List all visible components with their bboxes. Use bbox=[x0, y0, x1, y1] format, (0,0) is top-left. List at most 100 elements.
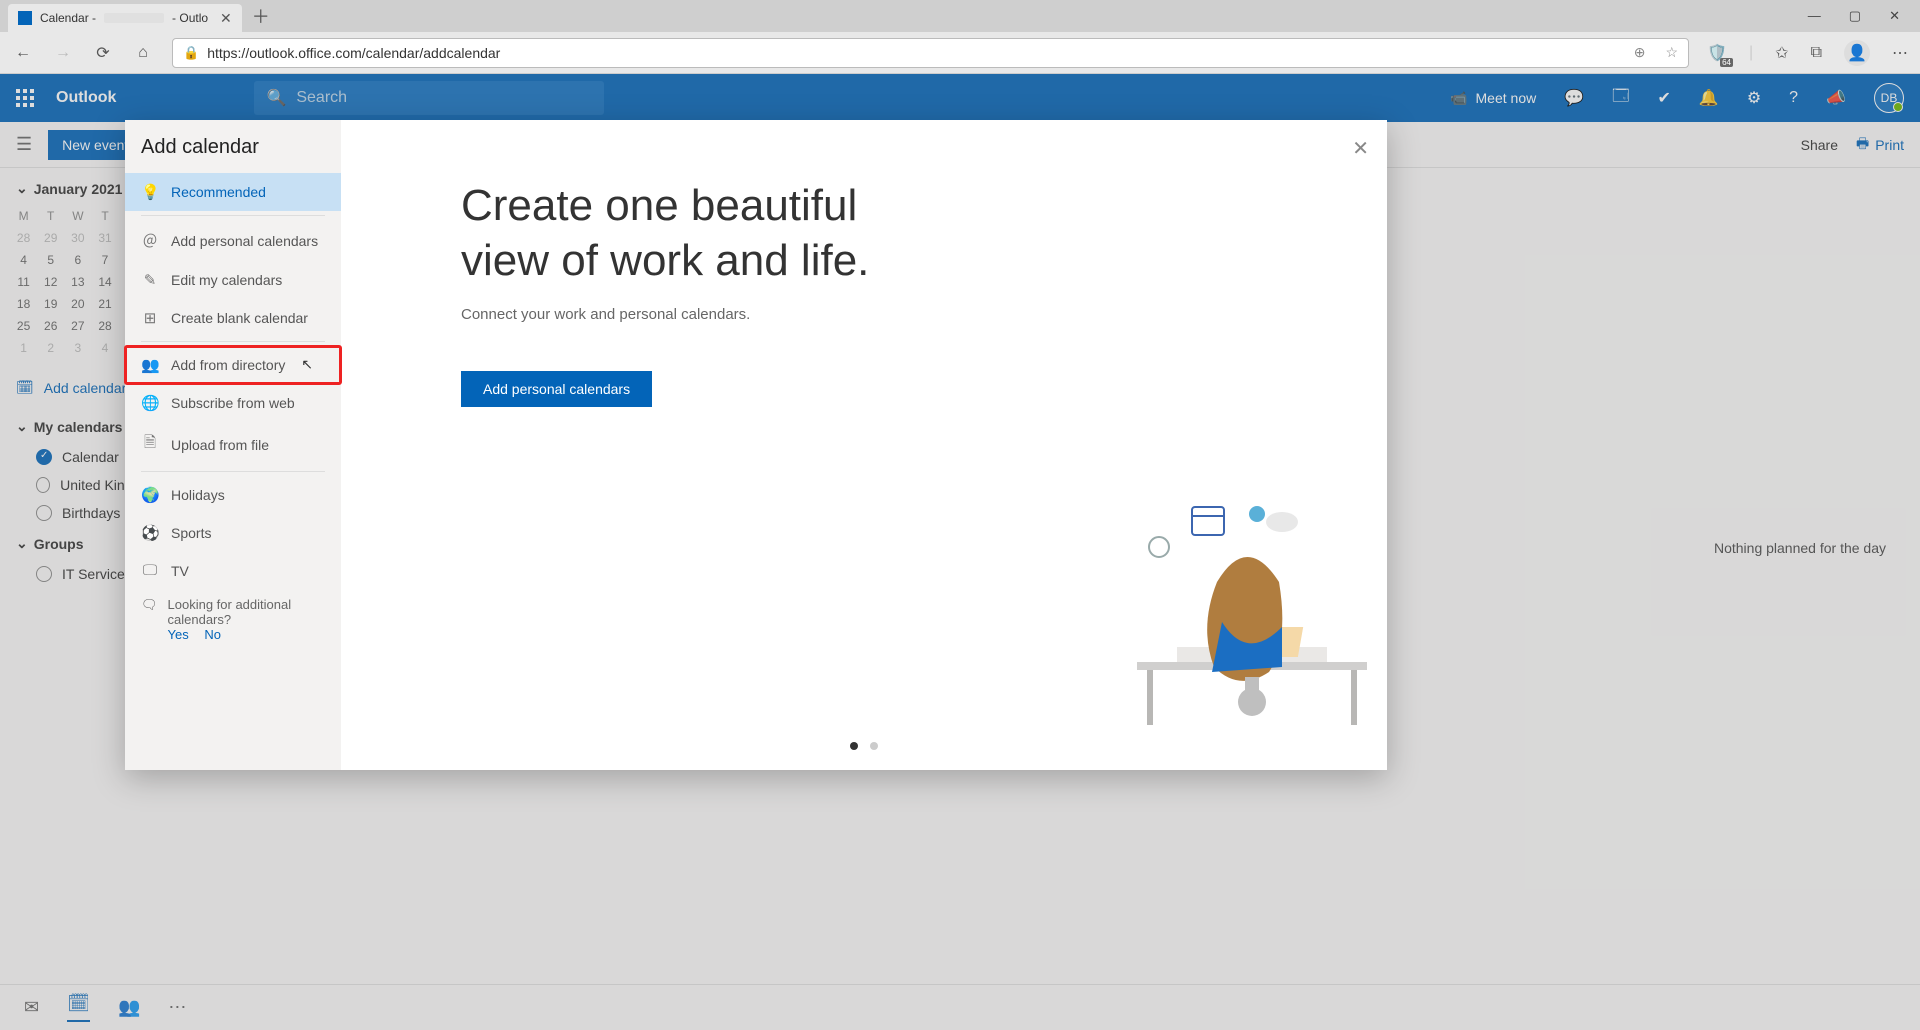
feedback-icon: 🗨 bbox=[141, 597, 158, 613]
print-button[interactable]: 🖶Print bbox=[1856, 133, 1904, 157]
megaphone-icon[interactable]: 📣 bbox=[1826, 88, 1846, 108]
mini-cal-day[interactable]: 7 bbox=[91, 249, 118, 271]
dot-2[interactable] bbox=[870, 742, 878, 750]
mini-cal-day[interactable]: 29 bbox=[37, 227, 64, 249]
modal-title: Add calendar bbox=[125, 136, 341, 173]
meet-now-button[interactable]: 📹Meet now bbox=[1450, 90, 1536, 107]
maximize-icon[interactable]: ▢ bbox=[1849, 8, 1861, 24]
modal-main: ✕ Create one beautiful view of work and … bbox=[341, 120, 1387, 770]
mini-cal-day[interactable]: 2 bbox=[37, 337, 64, 359]
calendar-checkbox[interactable] bbox=[36, 449, 52, 465]
help-no-link[interactable]: No bbox=[204, 627, 221, 642]
favorite-icon[interactable]: ☆ bbox=[1666, 44, 1679, 61]
browser-toolbar: ← → ⟳ ⌂ 🔒 https://outlook.office.com/cal… bbox=[0, 32, 1920, 74]
home-icon[interactable]: ⌂ bbox=[132, 44, 154, 62]
new-tab-button[interactable]: ＋ bbox=[242, 3, 280, 29]
mini-cal-day[interactable]: 20 bbox=[64, 293, 91, 315]
user-avatar[interactable]: DB bbox=[1874, 83, 1904, 113]
add-page-icon[interactable]: ⊕ bbox=[1634, 44, 1646, 61]
mini-cal-day[interactable]: 28 bbox=[91, 315, 118, 337]
mini-cal-day[interactable]: 26 bbox=[37, 315, 64, 337]
promo-heading: Create one beautiful view of work and li… bbox=[461, 178, 1347, 288]
people-module-icon[interactable]: 👥 bbox=[118, 997, 140, 1018]
mini-cal-day[interactable]: 14 bbox=[91, 271, 118, 293]
lock-icon: 🔒 bbox=[183, 45, 199, 61]
sidebar-item-subscribe-from-web[interactable]: 🌐Subscribe from web bbox=[125, 384, 341, 422]
notifications-icon[interactable]: 🔔 bbox=[1699, 88, 1719, 108]
collections-icon[interactable]: ⧉ bbox=[1811, 44, 1822, 62]
mini-cal-day[interactable]: 27 bbox=[64, 315, 91, 337]
share-button[interactable]: Share bbox=[1801, 137, 1838, 153]
print-icon: 🖶 bbox=[1856, 133, 1869, 157]
nav-toggle-icon[interactable]: ☰ bbox=[16, 134, 32, 155]
mini-cal-day[interactable]: 12 bbox=[37, 271, 64, 293]
mini-cal-day[interactable]: 11 bbox=[10, 271, 37, 293]
sidebar-item-icon: 🌍 bbox=[141, 486, 159, 504]
close-tab-icon[interactable]: ✕ bbox=[220, 10, 232, 27]
sidebar-item-add-personal-calendars[interactable]: ＠Add personal calendars bbox=[125, 220, 341, 261]
back-icon[interactable]: ← bbox=[12, 44, 34, 62]
mini-cal-day[interactable]: 5 bbox=[37, 249, 64, 271]
calendar-checkbox[interactable] bbox=[36, 477, 50, 493]
close-window-icon[interactable]: ✕ bbox=[1889, 8, 1900, 24]
mini-cal-day[interactable]: 4 bbox=[91, 337, 118, 359]
extension-icon[interactable]: 🛡️64 bbox=[1707, 43, 1727, 63]
search-icon: 🔍 bbox=[266, 88, 286, 108]
sidebar-item-icon: 💡 bbox=[141, 183, 159, 201]
help-yes-link[interactable]: Yes bbox=[168, 627, 189, 642]
sidebar-item-holidays[interactable]: 🌍 Holidays bbox=[125, 476, 341, 514]
todo-icon[interactable]: ✔ bbox=[1658, 88, 1671, 108]
mini-cal-day[interactable]: 28 bbox=[10, 227, 37, 249]
sidebar-item-tv[interactable]: 🖵TV bbox=[125, 552, 341, 589]
calendar-checkbox[interactable] bbox=[36, 505, 52, 521]
address-bar[interactable]: 🔒 https://outlook.office.com/calendar/ad… bbox=[172, 38, 1689, 68]
sidebar-item-add-from-directory[interactable]: 👥Add from directory↖ bbox=[125, 346, 341, 384]
tab-title-prefix: Calendar - bbox=[40, 11, 96, 25]
favorites-icon[interactable]: ✩ bbox=[1775, 43, 1788, 63]
refresh-icon[interactable]: ⟳ bbox=[92, 43, 114, 63]
add-personal-calendars-button[interactable]: Add personal calendars bbox=[461, 371, 652, 407]
mini-cal-day[interactable]: 13 bbox=[64, 271, 91, 293]
chevron-down-icon: ⌄ bbox=[16, 180, 28, 197]
mini-cal-day[interactable]: 1 bbox=[10, 337, 37, 359]
mini-cal-day[interactable]: 4 bbox=[10, 249, 37, 271]
calendar-checkbox[interactable] bbox=[36, 566, 52, 582]
chat-icon[interactable]: 💬 bbox=[1564, 88, 1584, 108]
mini-cal-day[interactable]: 31 bbox=[91, 227, 118, 249]
mini-cal-day[interactable]: 3 bbox=[64, 337, 91, 359]
calendar-module-icon[interactable]: 🗓 bbox=[67, 993, 90, 1022]
sidebar-item-upload-from-file[interactable]: 🗎Upload from file bbox=[125, 422, 341, 467]
window-controls: — ▢ ✕ bbox=[1808, 8, 1912, 24]
more-icon[interactable]: ⋯ bbox=[1892, 43, 1908, 63]
help-icon[interactable]: ? bbox=[1789, 89, 1798, 107]
more-modules-icon[interactable]: ⋯ bbox=[168, 997, 186, 1018]
browser-tab[interactable]: Calendar - - Outlo ✕ bbox=[8, 4, 242, 32]
my-day-icon[interactable]: 🗔 bbox=[1612, 85, 1629, 112]
sidebar-item-label: Holidays bbox=[171, 487, 225, 503]
dot-1[interactable] bbox=[850, 742, 858, 750]
sidebar-item-sports[interactable]: ⚽Sports bbox=[125, 514, 341, 552]
sidebar-item-create-blank-calendar[interactable]: ⊞Create blank calendar bbox=[125, 299, 341, 337]
mail-module-icon[interactable]: ✉ bbox=[24, 997, 39, 1018]
profile-icon[interactable]: 👤 bbox=[1844, 40, 1870, 66]
app-title[interactable]: Outlook bbox=[56, 89, 116, 107]
tab-title-redacted bbox=[104, 13, 164, 23]
mini-cal-day[interactable]: 25 bbox=[10, 315, 37, 337]
mini-cal-day[interactable]: 18 bbox=[10, 293, 37, 315]
sidebar-item-label: Recommended bbox=[171, 184, 266, 200]
sidebar-item-edit-my-calendars[interactable]: ✎Edit my calendars bbox=[125, 261, 341, 299]
add-calendar-modal: Add calendar 💡 Recommended ＠Add personal c… bbox=[125, 120, 1387, 770]
minimize-icon[interactable]: — bbox=[1808, 8, 1821, 24]
sidebar-item-label: Add personal calendars bbox=[171, 233, 318, 249]
mini-cal-day[interactable]: 19 bbox=[37, 293, 64, 315]
module-switcher: ✉ 🗓 👥 ⋯ bbox=[0, 984, 1920, 1030]
close-modal-icon[interactable]: ✕ bbox=[1352, 136, 1369, 161]
mini-cal-day[interactable]: 30 bbox=[64, 227, 91, 249]
search-input[interactable]: 🔍 Search bbox=[254, 81, 604, 115]
mini-cal-day[interactable]: 6 bbox=[64, 249, 91, 271]
sidebar-item-recommended[interactable]: 💡 Recommended bbox=[125, 173, 341, 211]
settings-icon[interactable]: ⚙ bbox=[1747, 88, 1761, 108]
mini-cal-day[interactable]: 21 bbox=[91, 293, 118, 315]
app-launcher-icon[interactable] bbox=[16, 89, 34, 107]
forward-icon[interactable]: → bbox=[52, 44, 74, 62]
